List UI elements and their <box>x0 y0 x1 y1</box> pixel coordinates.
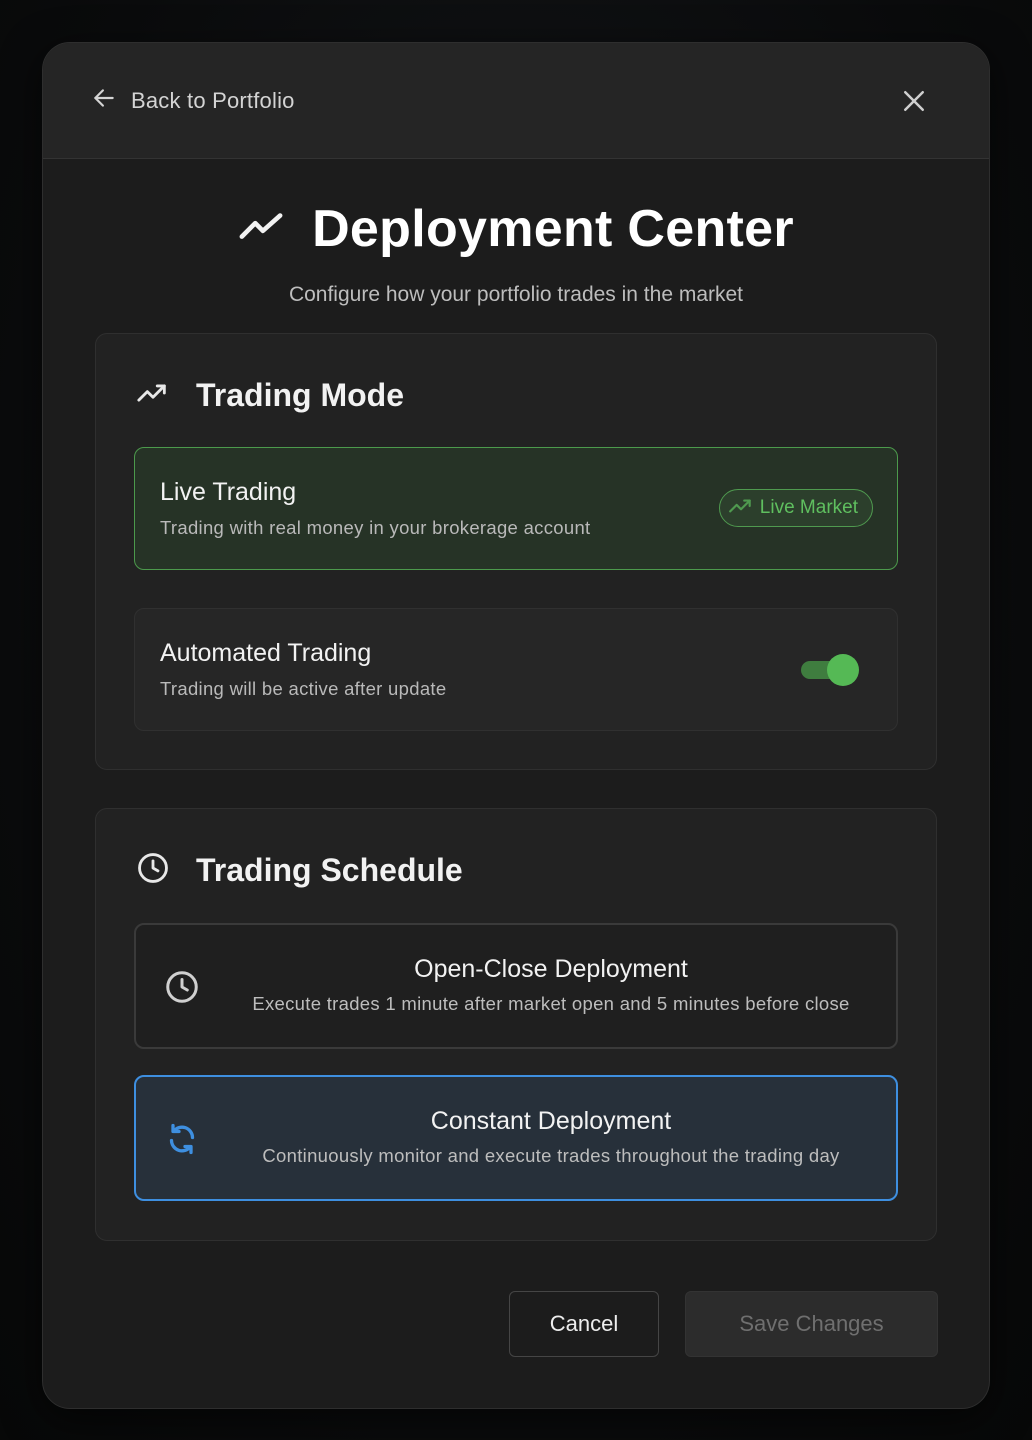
automated-trading-title: Automated Trading <box>160 639 372 667</box>
constant-deployment-option[interactable]: Constant Deployment Continuously monitor… <box>134 1075 898 1201</box>
constant-title: Constant Deployment <box>430 1107 672 1135</box>
arrow-left-icon <box>91 85 117 116</box>
clock-icon <box>164 969 200 1005</box>
toggle-thumb <box>827 654 859 686</box>
constant-description: Continuously monitor and execute trades … <box>262 1145 840 1166</box>
trending-up-icon <box>728 493 754 524</box>
open-close-title: Open-Close Deployment <box>414 955 688 983</box>
trend-line-icon <box>238 204 284 255</box>
trading-mode-section: Trading Mode Live Trading Trading with r… <box>95 333 937 770</box>
trading-schedule-header: Trading Schedule <box>136 851 463 890</box>
live-market-badge: Live Market <box>718 489 873 527</box>
modal-header: Back to Portfolio <box>43 43 989 159</box>
back-label: Back to Portfolio <box>131 87 295 113</box>
clock-icon <box>136 851 170 890</box>
trending-up-icon <box>136 376 170 415</box>
automated-trading-card: Automated Trading Trading will be active… <box>134 608 898 731</box>
live-trading-card[interactable]: Live Trading Trading with real money in … <box>134 447 898 570</box>
refresh-icon <box>164 1121 200 1157</box>
save-changes-button[interactable]: Save Changes <box>685 1291 938 1357</box>
trading-schedule-section: Trading Schedule Open-Close Deployment E… <box>95 808 937 1241</box>
trading-mode-title: Trading Mode <box>196 377 404 413</box>
close-button[interactable] <box>899 86 929 116</box>
cancel-button[interactable]: Cancel <box>509 1291 659 1357</box>
live-market-label: Live Market <box>759 497 858 518</box>
page-subtitle: Configure how your portfolio trades in t… <box>288 283 744 306</box>
page-title: Deployment Center <box>312 200 794 258</box>
trading-schedule-title: Trading Schedule <box>196 852 463 888</box>
automated-trading-toggle[interactable] <box>799 654 859 686</box>
close-icon <box>904 90 924 111</box>
back-to-portfolio-link[interactable]: Back to Portfolio <box>91 85 295 116</box>
live-trading-title: Live Trading <box>160 478 297 506</box>
deployment-modal: Back to Portfolio Deployment Center Conf… <box>42 42 990 1409</box>
live-trading-description: Trading with real money in your brokerag… <box>160 517 591 538</box>
open-close-description: Execute trades 1 minute after market ope… <box>252 993 850 1014</box>
open-close-deployment-option[interactable]: Open-Close Deployment Execute trades 1 m… <box>134 923 898 1049</box>
title-row: Deployment Center <box>43 199 989 259</box>
trading-mode-header: Trading Mode <box>136 376 404 415</box>
automated-trading-description: Trading will be active after update <box>160 678 447 699</box>
